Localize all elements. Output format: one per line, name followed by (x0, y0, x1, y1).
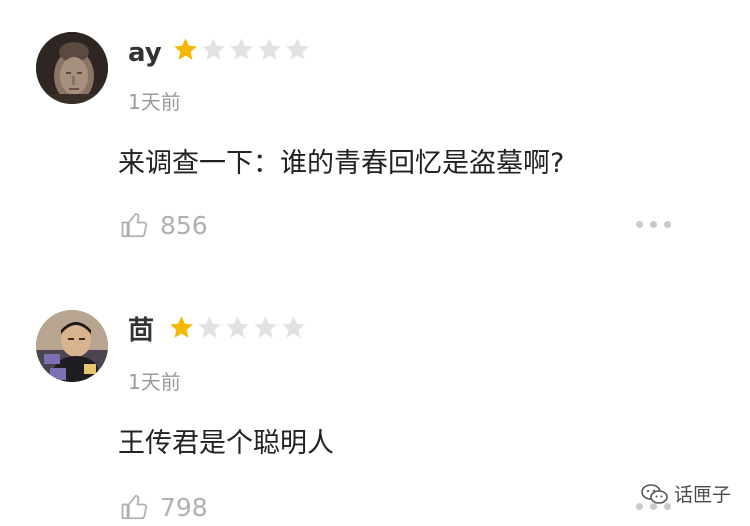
username[interactable]: 茴 (128, 318, 154, 344)
like-button[interactable]: 798 (120, 492, 208, 522)
comment-time: 1天前 (128, 90, 181, 114)
star-empty-icon (202, 38, 225, 60)
more-options-button[interactable] (636, 221, 671, 228)
comment-text: 王传君是个聪明人 (118, 428, 334, 459)
dot-icon (636, 221, 643, 228)
user-avatar[interactable] (36, 310, 108, 382)
star-empty-icon (286, 38, 309, 60)
thumbs-up-icon (121, 494, 148, 520)
buddha-statue-avatar-icon (36, 32, 108, 104)
star-empty-icon (230, 38, 253, 60)
username[interactable]: ay (128, 40, 162, 66)
star-empty-icon (198, 316, 221, 338)
watermark-text: 话匣子 (674, 484, 732, 506)
like-count: 856 (160, 210, 208, 240)
star-filled-icon (170, 316, 193, 338)
user-avatar[interactable] (36, 32, 108, 104)
like-count: 798 (160, 492, 208, 522)
rating-stars (172, 36, 311, 63)
watermark: 话匣子 (640, 480, 731, 507)
person-photo-avatar-icon (36, 310, 108, 382)
star-empty-icon (226, 316, 249, 338)
comment-time: 1天前 (128, 370, 181, 394)
dot-icon (664, 221, 671, 228)
star-empty-icon (258, 38, 281, 60)
dot-icon (650, 221, 657, 228)
star-empty-icon (282, 316, 305, 338)
star-filled-icon (174, 38, 197, 60)
thumbs-up-icon (121, 212, 148, 238)
rating-stars (168, 314, 307, 341)
star-empty-icon (254, 316, 277, 338)
comment-text: 来调查一下：谁的青春回忆是盗墓啊? (118, 148, 565, 179)
wechat-icon (641, 483, 668, 504)
like-button[interactable]: 856 (120, 210, 208, 240)
